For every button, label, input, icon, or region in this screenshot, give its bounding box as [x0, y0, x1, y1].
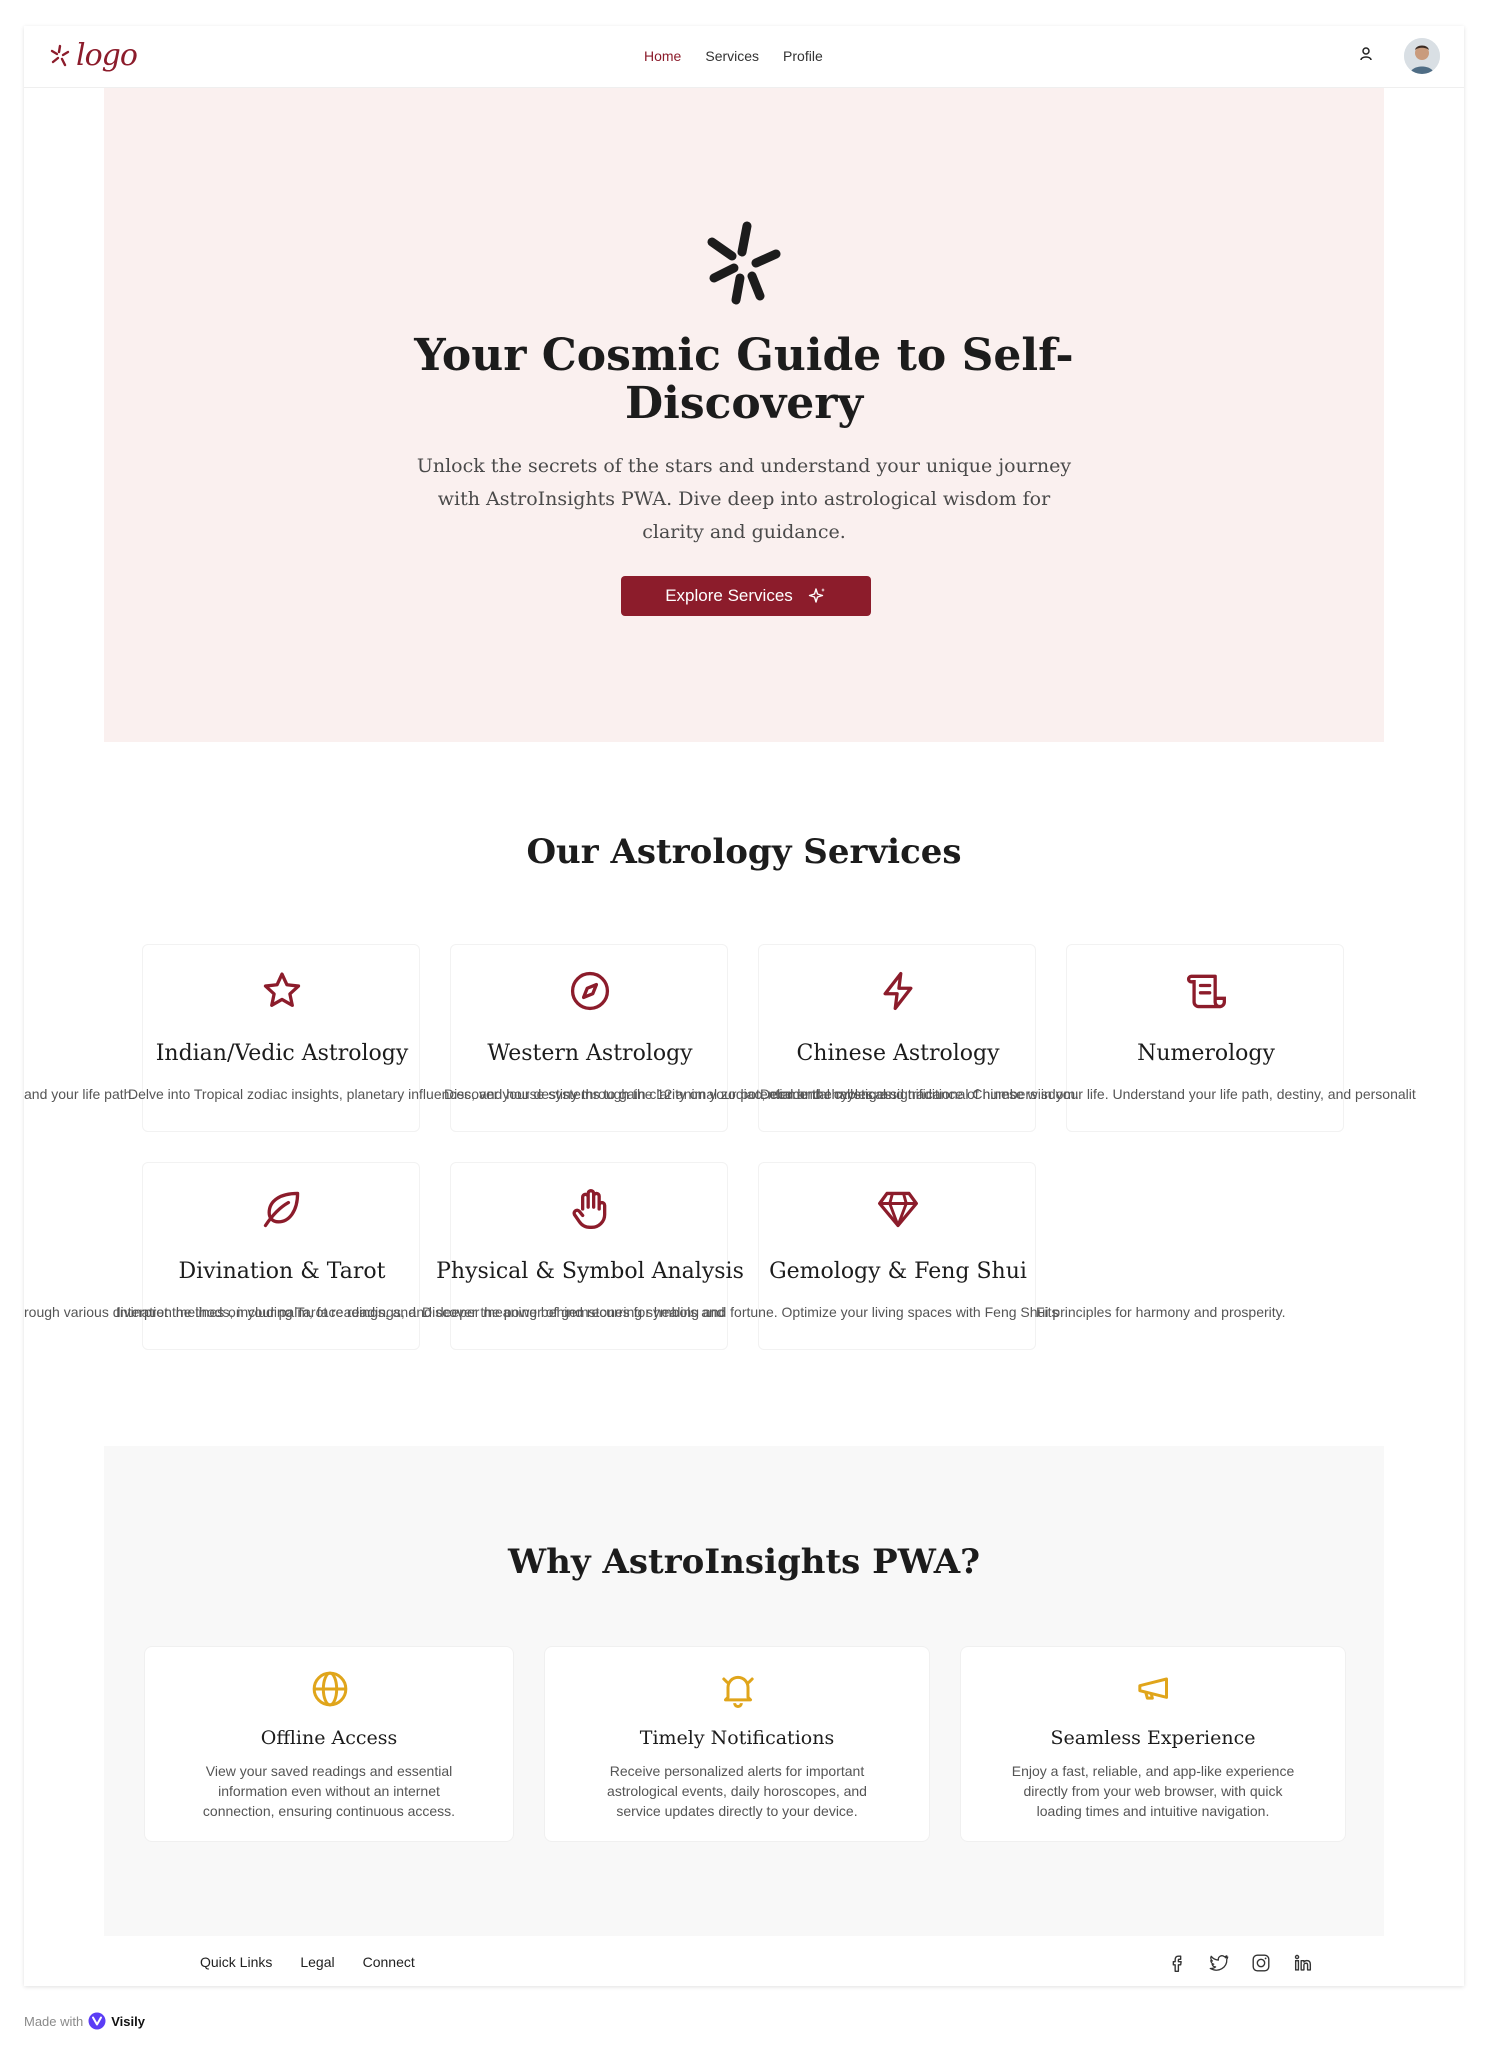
service-title: Numerology — [1137, 1041, 1275, 1066]
feature-card-notifications: Timely Notifications Receive personalize… — [544, 1646, 930, 1842]
feature-card-offline: Offline Access View your saved readings … — [144, 1646, 514, 1842]
visily-brand: Visily — [111, 2013, 145, 2029]
hero-subtitle: Unlock the secrets of the stars and unde… — [416, 455, 1072, 543]
footer: Quick Links Legal Connect — [24, 1936, 1464, 1986]
nav-profile[interactable]: Profile — [783, 48, 823, 64]
scroll-icon — [1187, 974, 1226, 1009]
feature-desc: Enjoy a fast, reliable, and app-like exp… — [1011, 1763, 1295, 1819]
leaf-icon — [263, 1191, 300, 1228]
service-desc: Decode the mystical significance of numb… — [760, 1086, 1416, 1102]
service-desc: Fits — [1036, 1304, 1059, 1320]
nav-services[interactable]: Services — [705, 48, 759, 64]
lightning-icon — [883, 971, 913, 1011]
visily-logo-icon — [88, 2012, 106, 2030]
instagram-icon[interactable] — [1250, 1952, 1272, 1974]
service-title: Western Astrology — [487, 1041, 693, 1066]
logo-asterisk-icon — [50, 44, 70, 66]
explore-services-label: Explore Services — [665, 586, 793, 605]
social-links — [1166, 1952, 1314, 1974]
service-title: Indian/Vedic Astrology — [155, 1041, 409, 1066]
why-section: Why AstroInsights PWA? Offline Access Vi… — [104, 1446, 1384, 1936]
service-desc: Discover the power of gemstones for heal… — [422, 1304, 1286, 1320]
footer-links: Quick Links Legal Connect — [200, 1954, 415, 1970]
services-title: Our Astrology Services — [526, 832, 962, 872]
globe-icon — [312, 1671, 348, 1707]
why-title: Why AstroInsights PWA? — [507, 1542, 981, 1582]
app-frame: logo Home Services Profile Your Cosmic G… — [24, 26, 1464, 1986]
twitter-icon[interactable] — [1208, 1952, 1230, 1974]
hand-icon — [572, 1189, 607, 1229]
service-title: Physical & Symbol Analysis — [436, 1259, 744, 1284]
logo[interactable]: logo — [48, 38, 138, 73]
service-title: Chinese Astrology — [796, 1041, 1000, 1066]
made-with-badge[interactable]: Made with Visily — [24, 2012, 145, 2030]
feature-card-seamless: Seamless Experience Enjoy a fast, reliab… — [960, 1646, 1346, 1842]
service-desc: and your life path. — [24, 1086, 136, 1102]
explore-services-button[interactable]: Explore Services — [621, 576, 871, 616]
footer-link-connect[interactable]: Connect — [363, 1954, 415, 1970]
feature-title: Offline Access — [260, 1727, 398, 1749]
gem-icon — [878, 1191, 918, 1228]
made-with-label: Made with — [24, 2013, 84, 2029]
bell-icon — [722, 1675, 754, 1708]
hero-title: Your Cosmic Guide to Self-Discovery — [414, 330, 1074, 429]
footer-link-quick-links[interactable]: Quick Links — [200, 1954, 272, 1970]
avatar[interactable] — [1404, 38, 1440, 74]
main-nav: Home Services Profile — [644, 48, 823, 64]
linkedin-icon[interactable] — [1292, 1952, 1314, 1974]
hero-section: Your Cosmic Guide to Self-Discovery Unlo… — [104, 88, 1384, 742]
footer-link-legal[interactable]: Legal — [300, 1954, 334, 1970]
feature-title: Timely Notifications — [639, 1727, 835, 1749]
megaphone-icon — [1138, 1677, 1168, 1700]
top-navbar: logo Home Services Profile — [24, 26, 1464, 88]
service-descriptions-row-2: rough various divination methods, includ… — [24, 1304, 1464, 1324]
sparkle-icon — [808, 588, 825, 603]
service-descriptions-row-1: and your life path. Delve into Tropical … — [24, 1086, 1464, 1106]
nav-home[interactable]: Home — [644, 48, 681, 64]
feature-desc: View your saved readings and essential i… — [202, 1763, 456, 1819]
star-icon — [263, 972, 301, 1007]
service-title: Divination & Tarot — [178, 1259, 386, 1284]
feature-desc: Receive personalized alerts for importan… — [607, 1763, 867, 1819]
logo-text: logo — [76, 38, 138, 73]
asterisk-icon — [707, 221, 781, 305]
user-icon[interactable] — [1358, 46, 1374, 62]
facebook-icon[interactable] — [1166, 1952, 1188, 1974]
feature-title: Seamless Experience — [1050, 1727, 1256, 1749]
service-title: Gemology & Feng Shui — [769, 1259, 1027, 1284]
compass-icon — [570, 971, 610, 1011]
